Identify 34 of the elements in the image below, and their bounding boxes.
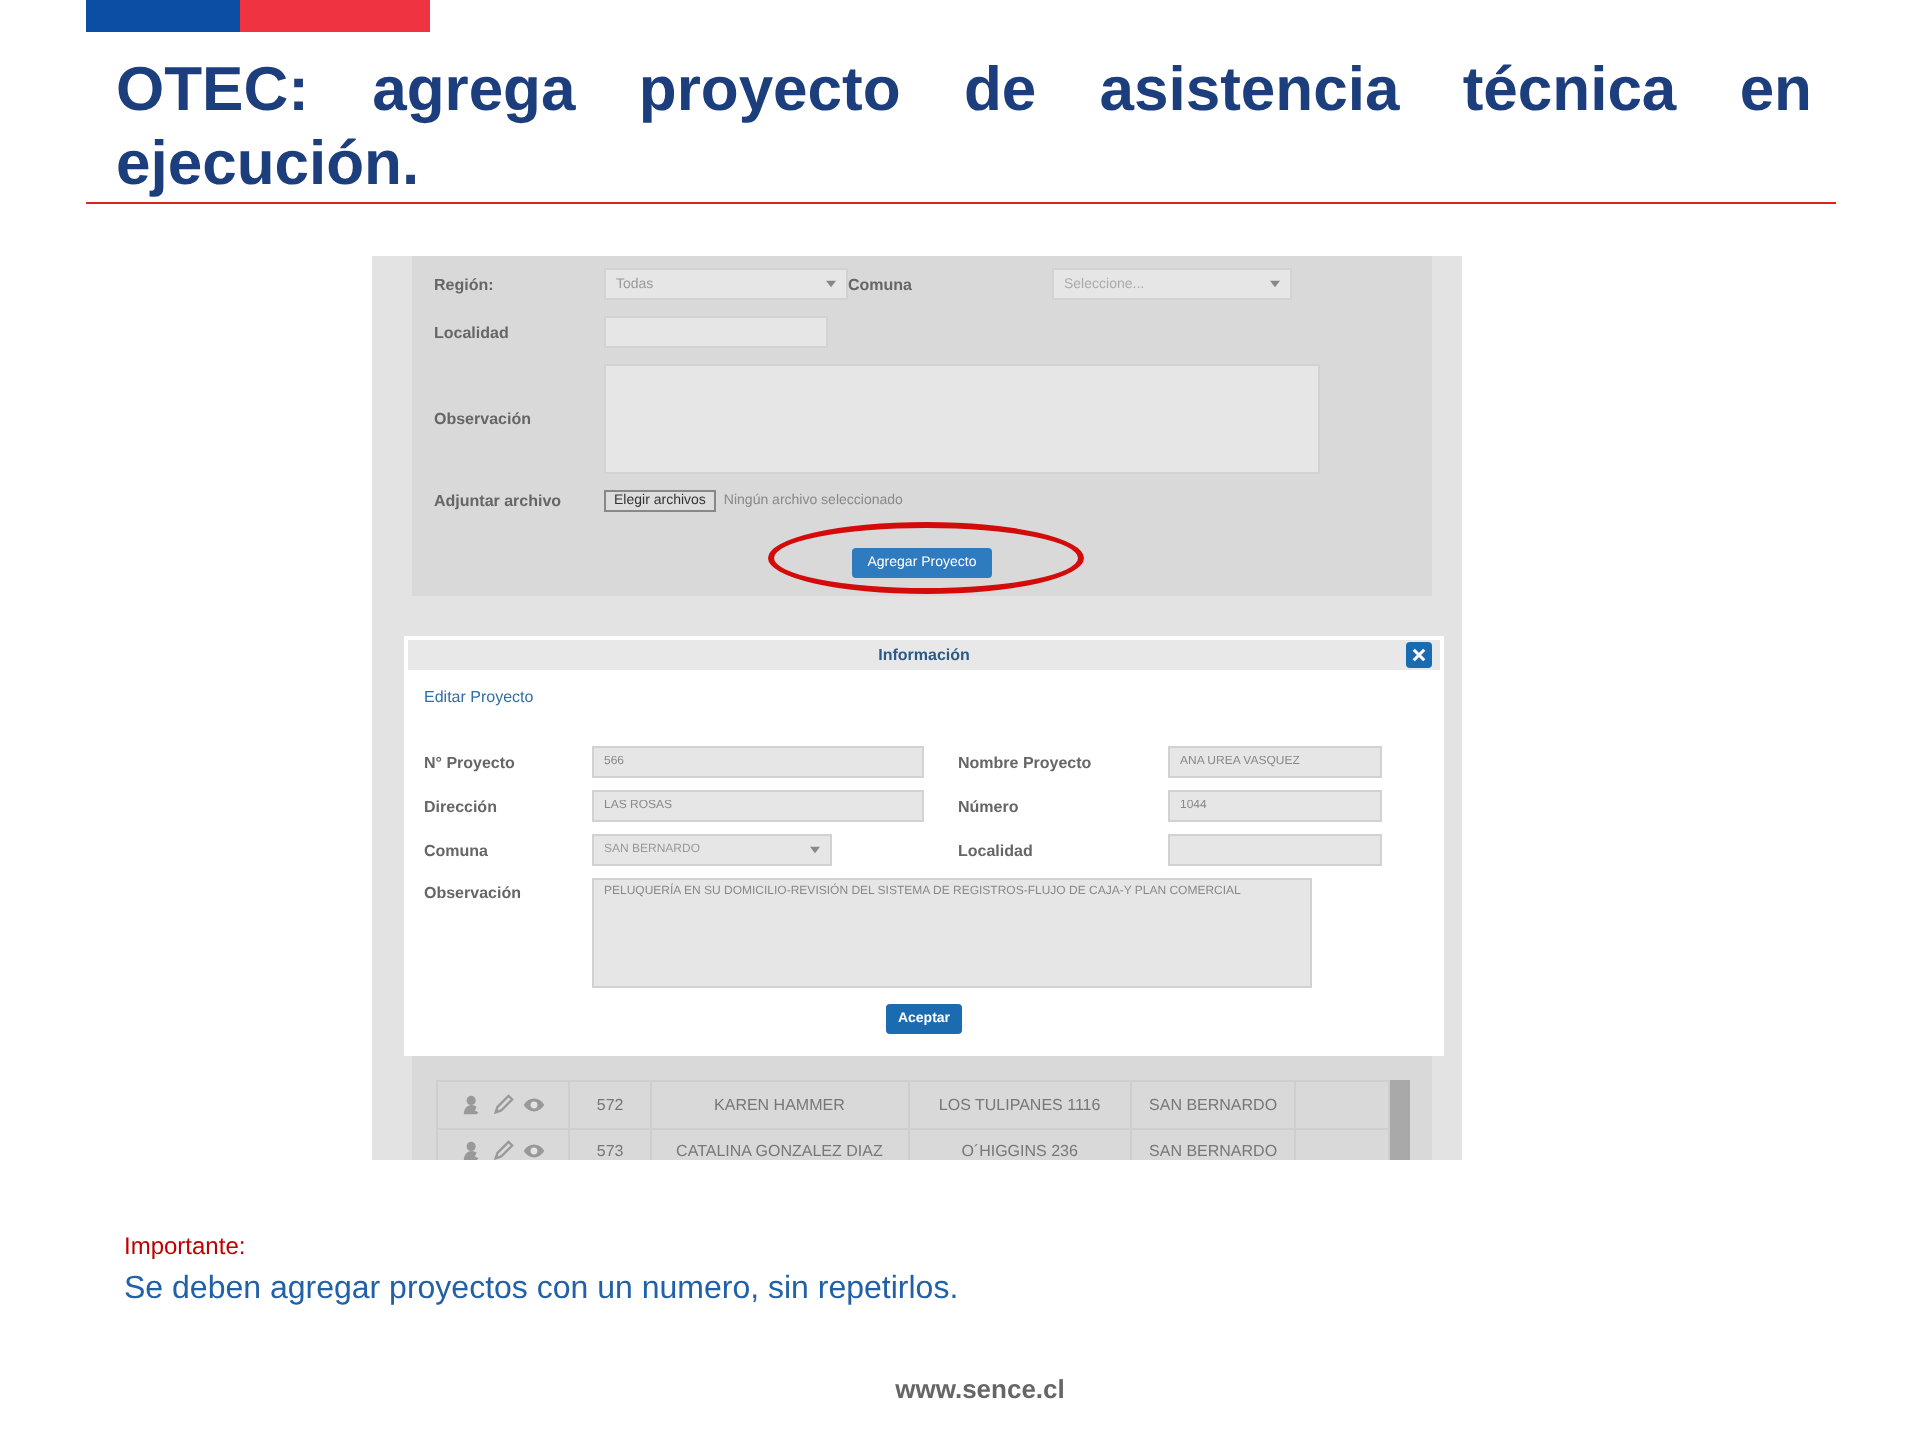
dialog-subtitle: Editar Proyecto xyxy=(424,688,536,706)
field-label: Número xyxy=(958,797,1021,815)
dropdown-icon xyxy=(810,846,820,854)
field-label: Localidad xyxy=(958,841,1035,859)
field-label: Comuna xyxy=(424,841,490,859)
pencil-icon[interactable] xyxy=(491,1140,514,1160)
eye-icon[interactable] xyxy=(521,1142,546,1160)
close-button[interactable] xyxy=(1406,642,1432,668)
note-label: Importante: xyxy=(124,1232,248,1260)
field-label: Adjuntar archivo xyxy=(434,492,564,510)
eye-icon[interactable] xyxy=(521,1095,546,1114)
pencil-icon[interactable] xyxy=(491,1093,514,1116)
table-cell: KAREN HAMMER xyxy=(650,1081,909,1128)
table-cell: SAN BERNARDO xyxy=(1130,1081,1296,1128)
footer-url: www.sence.cl xyxy=(895,1374,1065,1404)
dropdown-icon xyxy=(1270,280,1280,288)
input-field[interactable] xyxy=(1168,834,1382,866)
note-text: Se deben agregar proyectos con un numero, sin repetirlos. xyxy=(124,1272,961,1308)
field-label: N° Proyecto xyxy=(424,753,517,771)
slide-title: OTEC: agrega proyecto de asistencia técnica en ejecución. xyxy=(116,52,1812,202)
field-label: Observación xyxy=(424,882,523,902)
user-icon[interactable] xyxy=(461,1093,484,1116)
field-label: Región: xyxy=(434,275,496,293)
close-icon xyxy=(1412,648,1426,662)
dialog-title: Información xyxy=(878,646,970,664)
field-label: Comuna xyxy=(848,275,914,293)
user-icon[interactable] xyxy=(461,1140,484,1160)
dropdown-icon xyxy=(826,280,836,288)
table-cell: 572 xyxy=(569,1081,651,1128)
field-label: Nombre Proyecto xyxy=(958,753,1094,771)
field-label: Localidad xyxy=(434,323,511,341)
field-label: Observación xyxy=(434,410,533,428)
field-label: Dirección xyxy=(424,797,499,815)
table-cell: LOS TULIPANES 1116 xyxy=(908,1081,1131,1128)
